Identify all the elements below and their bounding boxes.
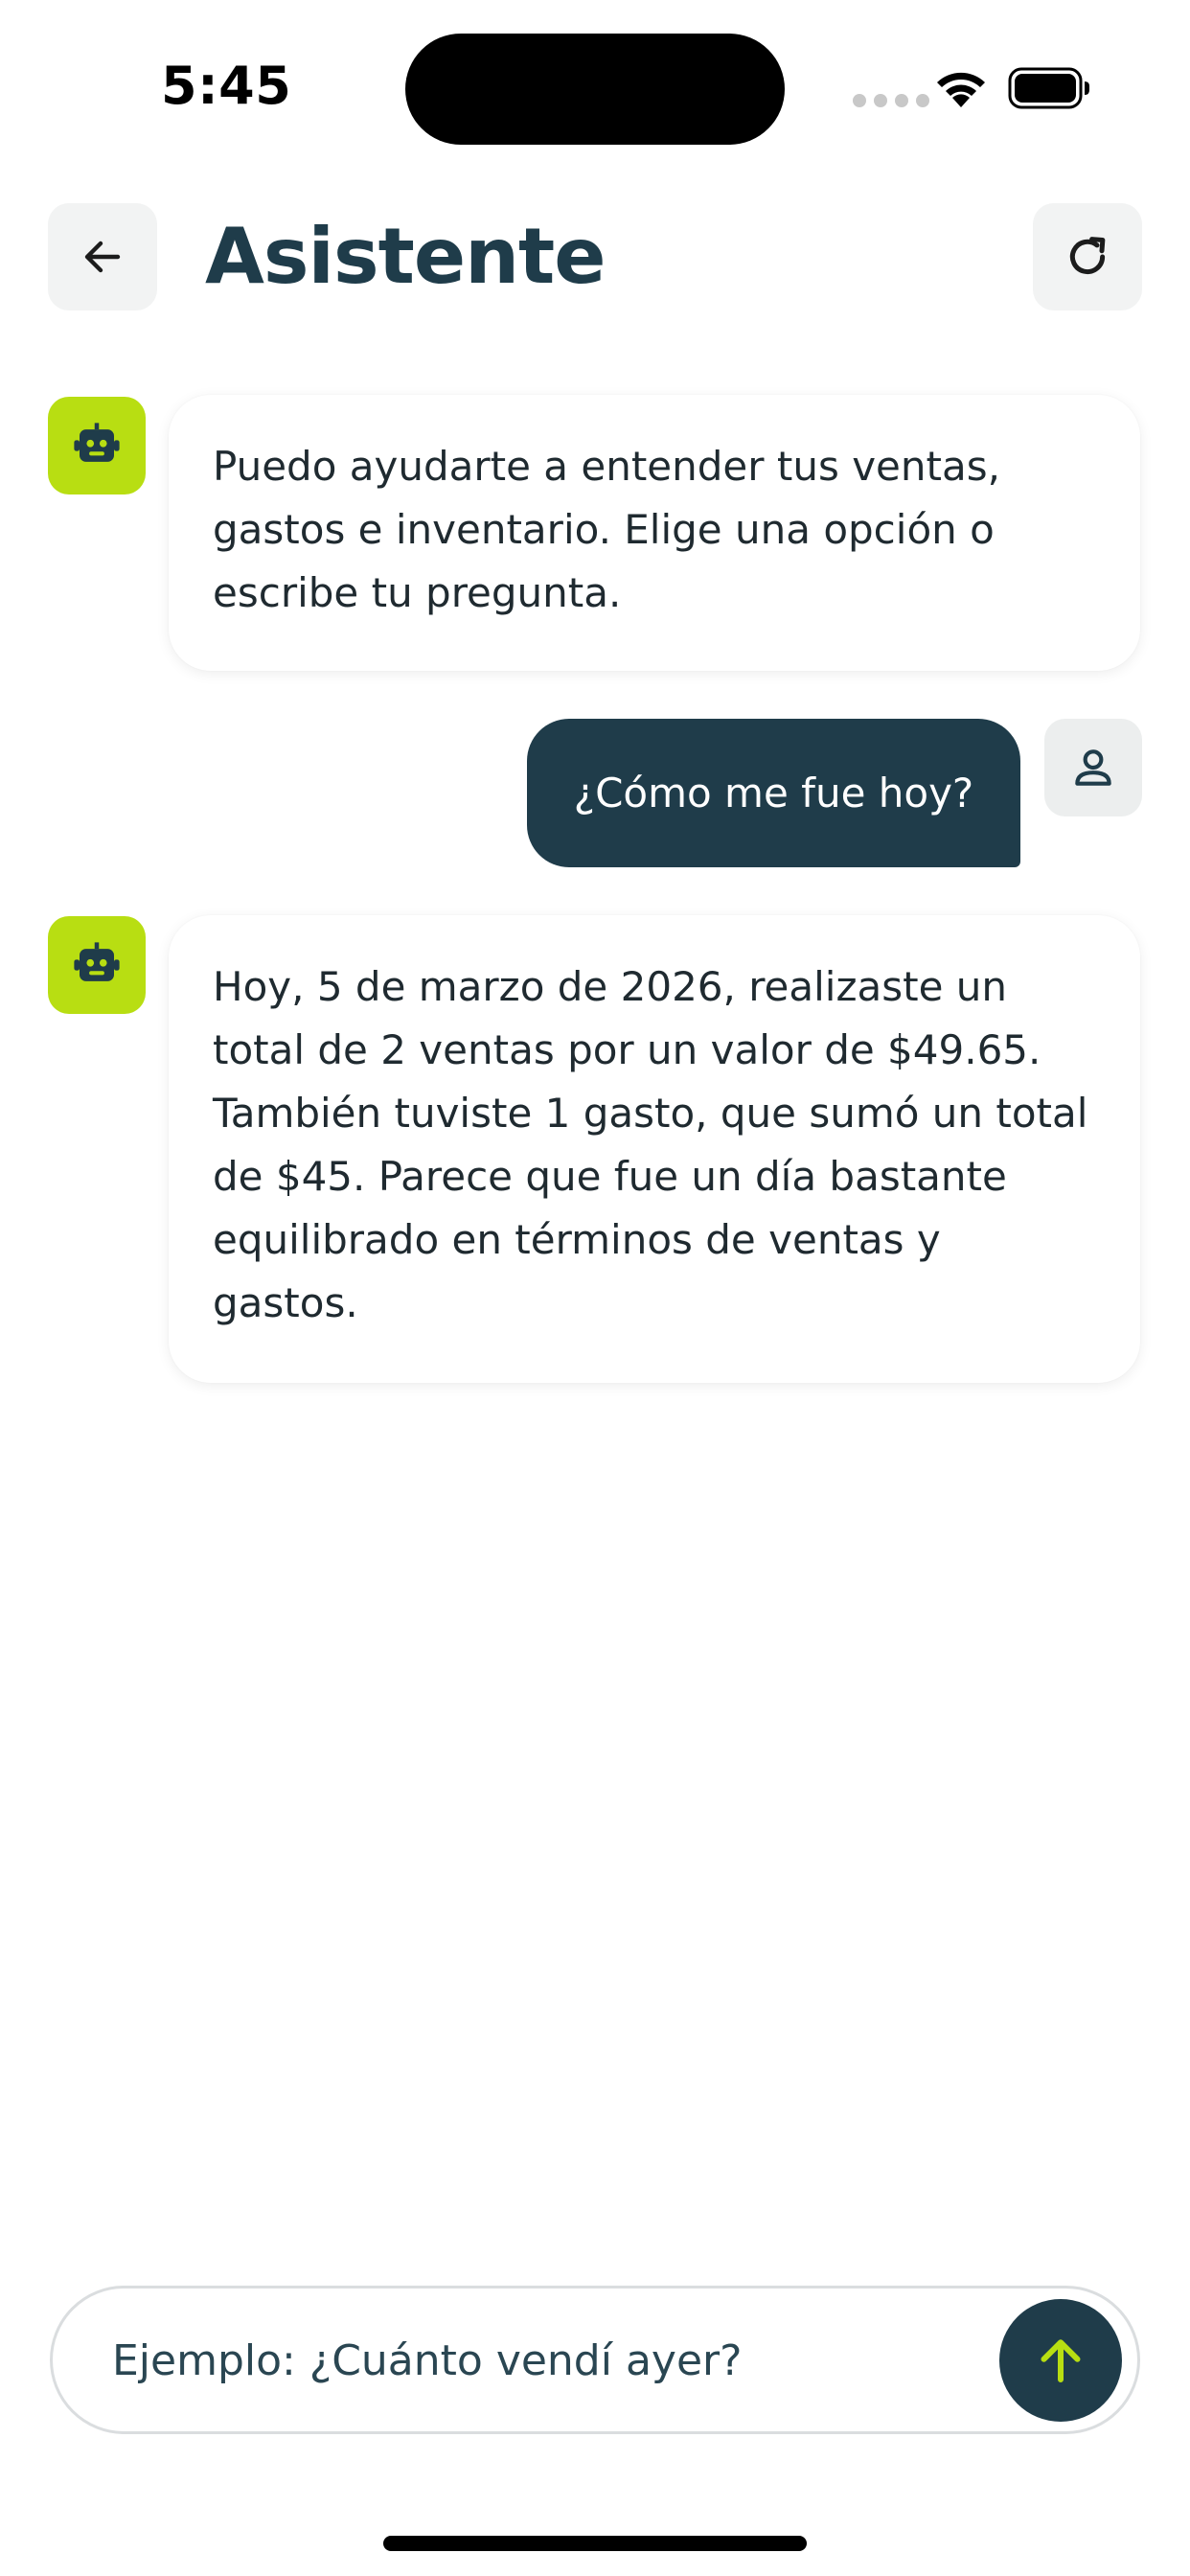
user-message-text: ¿Cómo me fue hoy? (573, 770, 974, 816)
refresh-button[interactable] (1033, 203, 1142, 310)
home-indicator (383, 2536, 807, 2551)
assistant-avatar (48, 397, 146, 494)
refresh-icon (1069, 237, 1106, 274)
back-button[interactable] (48, 203, 157, 310)
send-button[interactable] (999, 2299, 1122, 2422)
assistant-message: Puedo ayudarte a entender tus ventas, ga… (169, 395, 1140, 671)
wifi-icon (937, 72, 985, 107)
chat-input[interactable] (112, 2317, 936, 2404)
dynamic-island (405, 34, 785, 145)
page-title: Asistente (205, 212, 606, 301)
cellular-signal-icon (853, 94, 929, 107)
robot-icon (74, 942, 120, 981)
user-avatar (1044, 719, 1142, 816)
assistant-message: Hoy, 5 de marzo de 2026, realizaste un t… (169, 915, 1140, 1383)
arrow-up-icon (1041, 2339, 1081, 2382)
user-icon (1075, 749, 1111, 786)
battery-icon (1008, 67, 1089, 109)
arrow-left-icon (84, 241, 121, 273)
chat-input-bar (50, 2286, 1140, 2434)
robot-icon (74, 423, 120, 462)
assistant-avatar (48, 916, 146, 1014)
user-message: ¿Cómo me fue hoy? (527, 719, 1020, 867)
status-time: 5:45 (161, 56, 292, 116)
